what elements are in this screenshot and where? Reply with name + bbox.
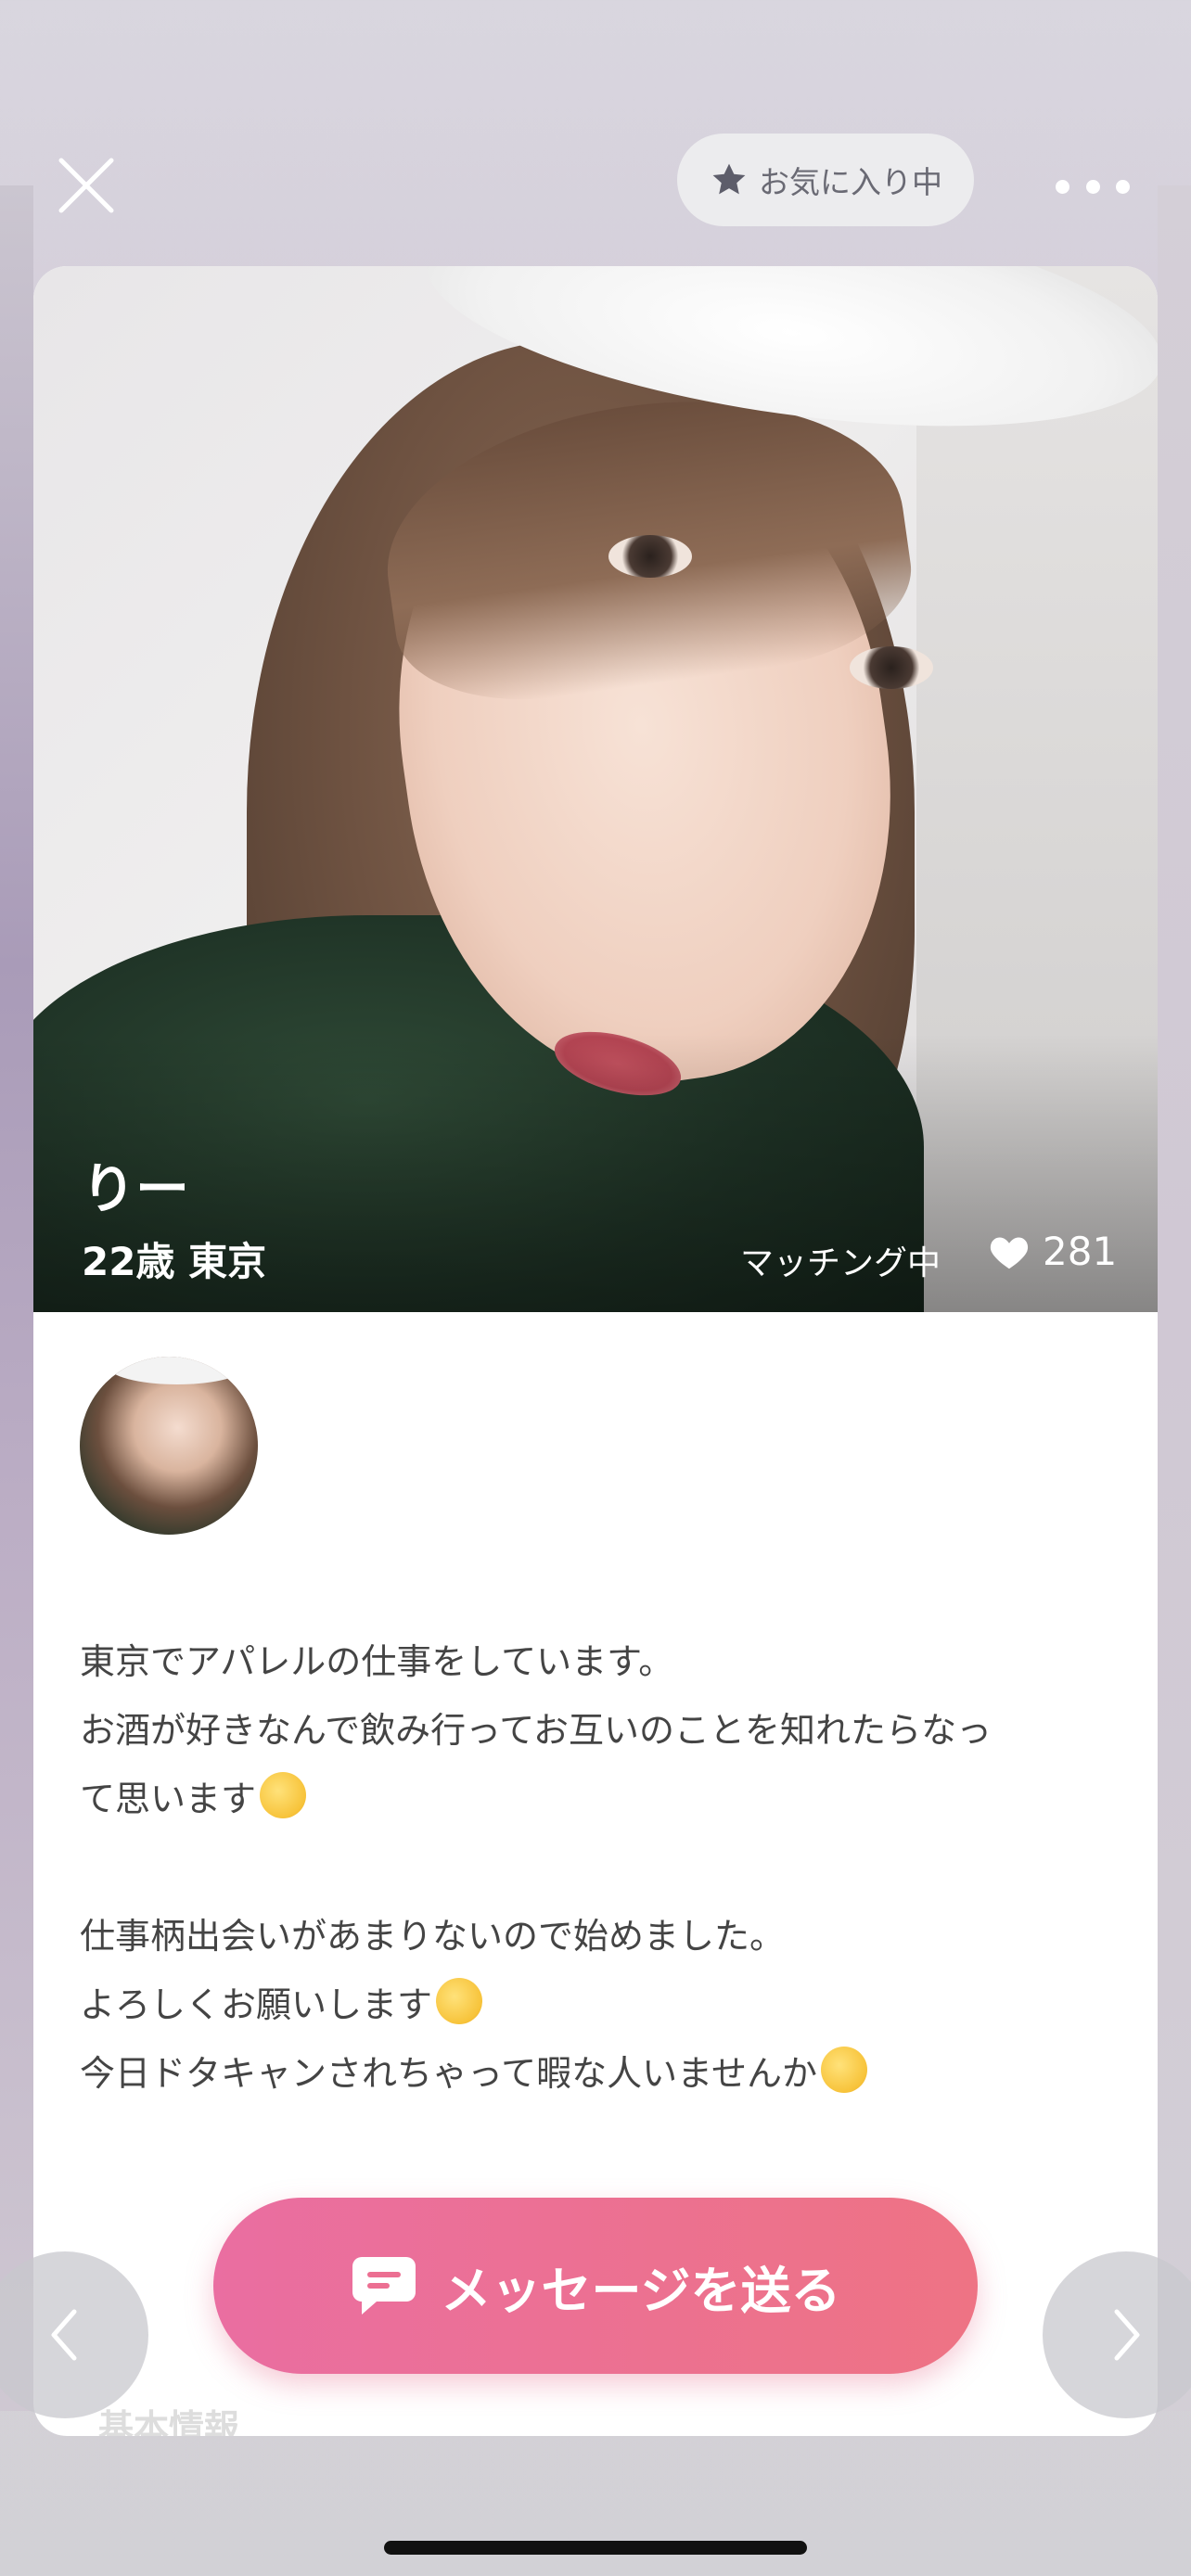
avatar[interactable]	[80, 1357, 258, 1535]
more-icon-dot	[1116, 179, 1130, 194]
bio-line-with-emoji: よろしくお願いします	[80, 1970, 1128, 2039]
send-message-button[interactable]: メッセージを送る	[213, 2198, 978, 2374]
close-button[interactable]	[54, 153, 119, 218]
avatar-hat	[108, 1357, 247, 1384]
smile-emoji-icon	[260, 1772, 307, 1818]
favorite-label: お気に入り中	[759, 164, 942, 200]
section-heading-basic-info: 基本情報	[98, 2407, 240, 2436]
star-icon	[712, 163, 746, 195]
likes-count: 281	[989, 1229, 1117, 1274]
bio-line: よろしくお願いします	[80, 1984, 433, 2025]
profile-name: りー	[82, 1157, 190, 1220]
more-icon-dot	[1085, 179, 1100, 194]
matching-status: マッチング中	[740, 1244, 941, 1282]
photo-eye	[608, 535, 692, 578]
profile-bio: 東京でアパレルの仕事をしています。 お酒が好きなんで飲み行ってお互いのことを知れ…	[80, 1627, 1128, 2108]
profile-photo[interactable]: りー 22歳 東京 マッチング中 281	[33, 266, 1158, 1312]
send-message-label: メッセージを送る	[441, 2261, 841, 2320]
bio-line: お酒が好きなんで飲み行ってお互いのことを知れたらなっ	[80, 1710, 992, 1751]
background-edge-right	[1158, 185, 1191, 2411]
photo-eye	[850, 646, 933, 689]
more-icon-dot	[1056, 179, 1069, 194]
chat-icon	[352, 2257, 416, 2315]
likes-number: 281	[1043, 1229, 1118, 1274]
crying-emoji-icon	[820, 2047, 867, 2093]
bio-line: 東京でアパレルの仕事をしています。	[80, 1641, 674, 1682]
chevron-left-icon	[51, 2309, 77, 2361]
favorite-button[interactable]: お気に入り中	[677, 134, 974, 226]
bio-line: て思います	[80, 1779, 257, 1819]
bio-line	[80, 1833, 1128, 1902]
home-indicator	[384, 2541, 807, 2555]
bio-line-with-emoji: て思います	[80, 1765, 1128, 1833]
heart-icon	[990, 1237, 1029, 1269]
close-icon	[58, 158, 114, 213]
bio-line-with-emoji: 今日ドタキャンされちゃって暇な人いませんか	[80, 2039, 1128, 2108]
profile-age-location: 22歳 東京	[82, 1239, 267, 1284]
bio-line: 仕事柄出会いがあまりないので始めました。	[80, 1916, 786, 1957]
more-options-button[interactable]	[1056, 165, 1130, 208]
chevron-right-icon	[1114, 2309, 1140, 2361]
background-edge-left	[0, 185, 33, 2411]
relieved-emoji-icon	[436, 1978, 483, 2024]
profile-card: りー 22歳 東京 マッチング中 281 東京でアパレルの仕事をしています。 お…	[33, 266, 1158, 2436]
bio-line: 今日ドタキャンされちゃって暇な人いませんか	[80, 2053, 817, 2094]
